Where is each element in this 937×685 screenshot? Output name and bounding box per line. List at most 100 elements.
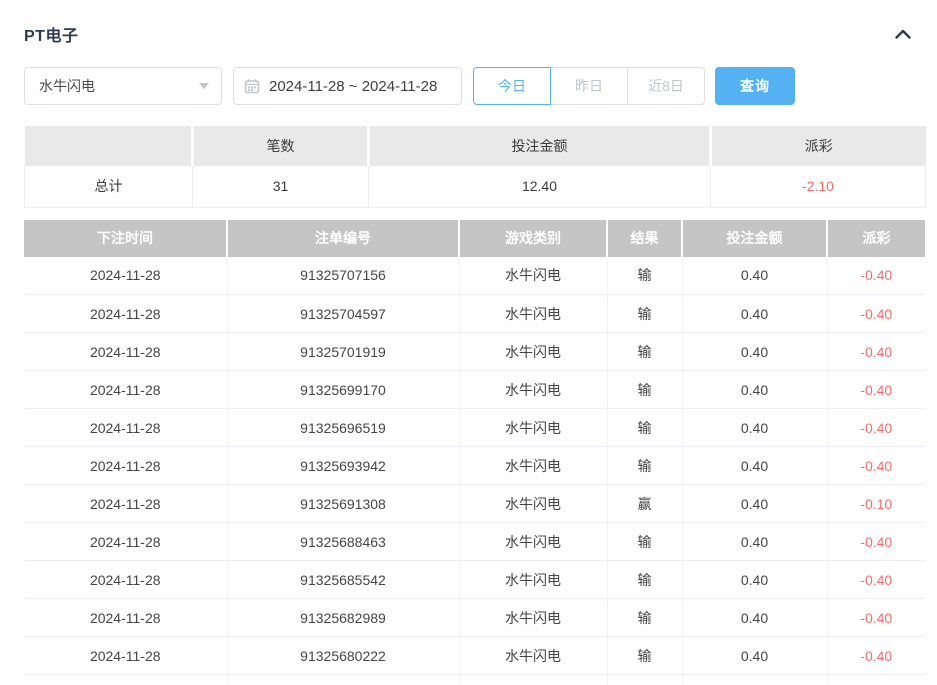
cell-order-no: 91325699170 <box>227 371 459 409</box>
cell-order-no: 91325704597 <box>227 295 459 333</box>
cell-bet-amount <box>682 675 827 685</box>
cell-order-no: 91325680222 <box>227 637 459 675</box>
summary-total-count: 31 <box>193 166 369 207</box>
quick-filter-last-8-days[interactable]: 近8日 <box>627 67 705 105</box>
cell-game-type: 水牛闪电 <box>459 485 607 523</box>
cell-payout: -0.40 <box>827 257 925 295</box>
cell-result: 输 <box>607 333 682 371</box>
cell-bet-time: 2024-11-28 <box>24 409 227 447</box>
cell-game-type: 水牛闪电 <box>459 333 607 371</box>
cell-game-type: 水牛闪电 <box>459 371 607 409</box>
cell-bet-time: 2024-11-28 <box>24 561 227 599</box>
summary-total-label: 总计 <box>25 166 193 207</box>
cell-bet-amount: 0.40 <box>682 561 827 599</box>
cell-bet-time: 2024-11-28 <box>24 257 227 295</box>
quick-filter-yesterday[interactable]: 昨日 <box>550 67 628 105</box>
cell-order-no: 91325696519 <box>227 409 459 447</box>
panel-header: PT电子 <box>24 22 925 46</box>
cell-bet-amount: 0.40 <box>682 447 827 485</box>
table-row: 2024-11-2891325707156水牛闪电输0.40-0.40 <box>24 257 925 295</box>
cell-result: 输 <box>607 371 682 409</box>
cell-order-no: 91325682989 <box>227 599 459 637</box>
col-bet-amount: 投注金额 <box>682 220 827 257</box>
cell-bet-amount: 0.40 <box>682 637 827 675</box>
cell-bet-time: 2024-11-28 <box>24 523 227 561</box>
cell-game-type: 水牛闪电 <box>459 637 607 675</box>
cell-payout: -0.40 <box>827 447 925 485</box>
summary-col-count: 笔数 <box>193 126 369 166</box>
cell-result: 输 <box>607 295 682 333</box>
table-row: 2024-11-2891325696519水牛闪电输0.40-0.40 <box>24 409 925 447</box>
cell-result: 输 <box>607 523 682 561</box>
table-row: 水牛闪电输 <box>24 675 925 685</box>
cell-bet-time: 2024-11-28 <box>24 295 227 333</box>
table-row: 2024-11-2891325701919水牛闪电输0.40-0.40 <box>24 333 925 371</box>
cell-bet-time: 2024-11-28 <box>24 637 227 675</box>
query-button[interactable]: 查询 <box>715 67 795 105</box>
cell-order-no <box>227 675 459 685</box>
col-bet-time: 下注时间 <box>24 220 227 257</box>
cell-order-no: 91325688463 <box>227 523 459 561</box>
table-row: 2024-11-2891325685542水牛闪电输0.40-0.40 <box>24 561 925 599</box>
cell-game-type: 水牛闪电 <box>459 599 607 637</box>
cell-result: 输 <box>607 599 682 637</box>
cell-game-type: 水牛闪电 <box>459 675 607 685</box>
cell-bet-amount: 0.40 <box>682 485 827 523</box>
date-range-value: 2024-11-28 ~ 2024-11-28 <box>269 78 437 95</box>
game-select[interactable]: 水牛闪电 <box>24 67 222 105</box>
cell-bet-amount: 0.40 <box>682 257 827 295</box>
col-game-type: 游戏类别 <box>459 220 607 257</box>
cell-bet-amount: 0.40 <box>682 599 827 637</box>
cell-order-no: 91325707156 <box>227 257 459 295</box>
cell-payout: -0.40 <box>827 295 925 333</box>
records-header-row: 下注时间 注单编号 游戏类别 结果 投注金额 派彩 <box>24 220 925 257</box>
cell-payout: -0.10 <box>827 485 925 523</box>
col-order-no: 注单编号 <box>227 220 459 257</box>
cell-order-no: 91325685542 <box>227 561 459 599</box>
page-title: PT电子 <box>24 22 78 46</box>
cell-bet-time: 2024-11-28 <box>24 333 227 371</box>
cell-bet-time: 2024-11-28 <box>24 371 227 409</box>
table-row: 2024-11-2891325688463水牛闪电输0.40-0.40 <box>24 523 925 561</box>
table-row: 2024-11-2891325682989水牛闪电输0.40-0.40 <box>24 599 925 637</box>
collapse-button[interactable] <box>891 22 915 46</box>
cell-game-type: 水牛闪电 <box>459 561 607 599</box>
cell-order-no: 91325691308 <box>227 485 459 523</box>
cell-payout <box>827 675 925 685</box>
summary-total-payout: -2.10 <box>711 166 926 207</box>
records-table: 下注时间 注单编号 游戏类别 结果 投注金额 派彩 2024-11-289132… <box>24 220 925 685</box>
quick-filter-today[interactable]: 今日 <box>473 67 551 105</box>
cell-result: 输 <box>607 447 682 485</box>
cell-payout: -0.40 <box>827 333 925 371</box>
cell-result: 输 <box>607 675 682 685</box>
records-tbody: 2024-11-2891325707156水牛闪电输0.40-0.402024-… <box>24 257 925 685</box>
summary-col-bet-amount: 投注金额 <box>369 126 711 166</box>
report-panel: PT电子 水牛闪电 <box>0 0 937 685</box>
cell-bet-time: 2024-11-28 <box>24 599 227 637</box>
cell-order-no: 91325693942 <box>227 447 459 485</box>
quick-filter-group: 今日 昨日 近8日 <box>473 67 705 105</box>
cell-game-type: 水牛闪电 <box>459 409 607 447</box>
cell-result: 输 <box>607 637 682 675</box>
cell-payout: -0.40 <box>827 409 925 447</box>
cell-payout: -0.40 <box>827 637 925 675</box>
cell-bet-amount: 0.40 <box>682 409 827 447</box>
calendar-icon <box>244 78 260 94</box>
date-range-input[interactable]: 2024-11-28 ~ 2024-11-28 <box>233 67 462 105</box>
table-row: 2024-11-2891325680222水牛闪电输0.40-0.40 <box>24 637 925 675</box>
summary-total-bet-amount: 12.40 <box>369 166 711 207</box>
summary-header-row: 笔数 投注金额 派彩 <box>25 126 926 166</box>
cell-payout: -0.40 <box>827 599 925 637</box>
cell-result: 输 <box>607 257 682 295</box>
cell-order-no: 91325701919 <box>227 333 459 371</box>
chevron-down-icon <box>199 83 209 89</box>
cell-game-type: 水牛闪电 <box>459 295 607 333</box>
filter-bar: 水牛闪电 2024-11-28 ~ 2024-11-28 <box>24 67 925 105</box>
summary-col-blank <box>25 126 193 166</box>
chevron-up-icon <box>894 28 912 40</box>
cell-result: 赢 <box>607 485 682 523</box>
cell-bet-time: 2024-11-28 <box>24 485 227 523</box>
cell-bet-time <box>24 675 227 685</box>
cell-bet-time: 2024-11-28 <box>24 447 227 485</box>
col-result: 结果 <box>607 220 682 257</box>
